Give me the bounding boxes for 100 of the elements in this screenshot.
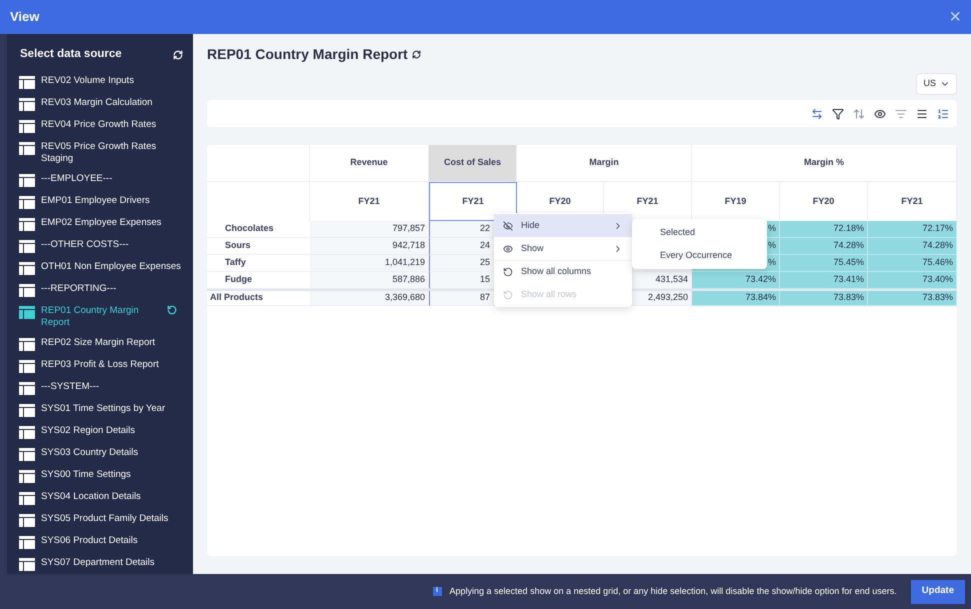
sidebar-item[interactable]: REV04 Price Growth Rates	[7, 115, 193, 138]
item-label: REV02 Volume Inputs	[41, 75, 135, 88]
item-label: SYS04 Location Details	[41, 491, 142, 504]
eye-off-icon	[503, 220, 513, 230]
table-icon	[19, 514, 35, 528]
sidebar-item[interactable]: ---EMPLOYEE---	[7, 169, 193, 192]
table-icon	[19, 174, 35, 188]
row-height-icon[interactable]	[937, 108, 949, 120]
reset-icon[interactable]	[167, 305, 177, 316]
table-icon	[19, 382, 35, 396]
table-icon	[19, 196, 35, 210]
item-label: REP01 Country Margin Report	[41, 305, 140, 330]
refresh-icon[interactable]	[412, 50, 421, 59]
sidebar-item[interactable]: REV02 Volume Inputs	[7, 71, 193, 94]
filter-icon[interactable]	[832, 108, 844, 120]
menu-item[interactable]: Show all columns	[494, 260, 632, 283]
sidebar-item[interactable]: ---OTHER COSTS---	[7, 235, 193, 258]
table-icon	[19, 98, 35, 112]
item-label: OTH01 Non Employee Expenses	[41, 261, 181, 274]
item-label: REV03 Margin Calculation	[41, 97, 154, 110]
sidebar-item[interactable]: SYS05 Product Family Details	[7, 509, 193, 532]
menu-item[interactable]: Hide	[494, 214, 632, 237]
table-icon	[19, 448, 35, 462]
sidebar-item[interactable]: REP02 Size Margin Report	[7, 333, 193, 356]
table-cell: 72.18%	[780, 221, 868, 238]
item-label: SYS02 Region Details	[41, 425, 136, 438]
item-label: SYS06 Product Details	[41, 535, 139, 548]
locale-dropdown[interactable]: US	[916, 73, 957, 95]
table-icon	[19, 284, 35, 298]
table-cell: 942,718	[310, 238, 429, 255]
item-label: ---SYSTEM---	[41, 381, 100, 394]
item-label: SYS01 Time Settings by Year	[41, 403, 166, 416]
group-header[interactable]: Cost of Sales	[429, 145, 517, 182]
group-header[interactable]: Margin	[517, 145, 692, 182]
sidebar-item[interactable]: SYS01 Time Settings by Year	[7, 399, 193, 422]
table-cell: 74.28%	[868, 238, 957, 255]
item-label: REP02 Size Margin Report	[41, 337, 156, 350]
sidebar-item[interactable]: ---REPORTING---	[7, 279, 193, 302]
table-icon	[19, 558, 35, 572]
table-cell: 75.45%	[780, 255, 868, 272]
sidebar-item[interactable]: REV05 Price Growth Rates Staging	[7, 137, 193, 170]
update-button[interactable]: Update	[910, 580, 965, 604]
sidebar-item[interactable]: REV03 Margin Calculation	[7, 93, 193, 116]
item-label: SYS00 Time Settings	[41, 469, 132, 482]
table-cell: 73.83%	[868, 291, 957, 306]
item-label: SYS03 Country Details	[41, 447, 140, 460]
item-label: ---EMPLOYEE---	[41, 173, 114, 186]
table-cell: 3,369,680	[310, 291, 429, 306]
reset-icon	[503, 290, 513, 300]
report-title: REP01 Country Margin Report	[207, 45, 408, 64]
item-label: REV05 Price Growth Rates Staging	[41, 141, 158, 166]
table-cell: 73.42%	[692, 272, 780, 289]
table-icon	[19, 120, 35, 134]
table-icon	[19, 404, 35, 418]
group-header[interactable]: Revenue	[310, 145, 429, 182]
table-icon	[19, 492, 35, 506]
table-icon	[19, 240, 35, 254]
table-cell: 73.84%	[692, 291, 780, 306]
eye-icon[interactable]	[874, 108, 886, 120]
sidebar-item[interactable]: SYS02 Region Details	[7, 421, 193, 444]
group-header[interactable]: Margin %	[692, 145, 957, 182]
table-icon	[19, 306, 35, 320]
reset-icon	[503, 267, 513, 277]
sidebar-item[interactable]: OTH01 Non Employee Expenses	[7, 257, 193, 280]
sidebar-title: Select data source	[20, 47, 122, 62]
sidebar-item[interactable]: REP03 Profit & Loss Report	[7, 355, 193, 378]
sidebar-item[interactable]: SYS00 Time Settings	[7, 465, 193, 488]
sidebar-item[interactable]: ---SYSTEM---	[7, 377, 193, 400]
table-icon	[19, 338, 35, 352]
sidebar-item[interactable]: REP01 Country Margin Report	[7, 301, 193, 334]
table-cell: 797,857	[310, 221, 429, 238]
table-icon	[19, 360, 35, 374]
table-cell: 1,041,219	[310, 255, 429, 272]
table-cell: 73.83%	[780, 291, 868, 306]
sidebar-item[interactable]: SYS06 Product Details	[7, 531, 193, 554]
item-label: ---REPORTING---	[41, 283, 118, 296]
eye-icon	[503, 244, 513, 254]
sidebar-item[interactable]: EMP01 Employee Drivers	[7, 191, 193, 214]
item-label: SYS07 Department Details	[41, 557, 156, 570]
sidebar-item[interactable]: SYS03 Country Details	[7, 443, 193, 466]
sidebar-item[interactable]: SYS04 Location Details	[7, 487, 193, 510]
table-icon	[19, 470, 35, 484]
sort-icon[interactable]	[853, 108, 865, 120]
table-icon	[19, 536, 35, 550]
item-label: EMP01 Employee Drivers	[41, 195, 151, 208]
item-label: ---OTHER COSTS---	[41, 239, 130, 252]
item-label: EMP02 Employee Expenses	[41, 217, 162, 230]
window-title: View	[10, 8, 40, 26]
swap-icon[interactable]	[811, 108, 823, 120]
table-icon	[19, 426, 35, 440]
table-cell: 75.46%	[868, 255, 957, 272]
table-icon	[19, 218, 35, 232]
table-cell: 73.41%	[780, 272, 868, 289]
sidebar-item[interactable]: EMP02 Employee Expenses	[7, 213, 193, 236]
item-label: REP03 Profit & Loss Report	[41, 359, 160, 372]
sidebar-item[interactable]: SYS07 Department Details	[7, 553, 193, 574]
menu-icon[interactable]	[916, 108, 928, 120]
table-cell: 72.17%	[868, 221, 957, 238]
refresh-icon[interactable]	[173, 50, 183, 60]
table-icon	[19, 142, 35, 156]
